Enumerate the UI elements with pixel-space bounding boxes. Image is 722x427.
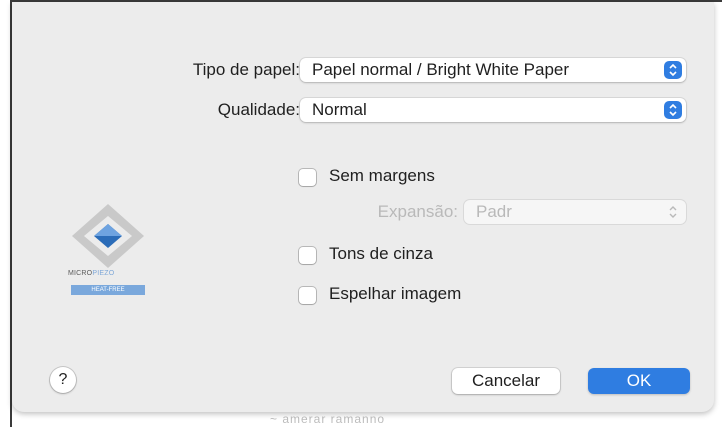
grayscale-label: Tons de cinza bbox=[329, 244, 433, 263]
grayscale-checkbox[interactable] bbox=[299, 247, 316, 264]
popup-stepper-icon bbox=[664, 203, 682, 221]
popup-stepper-icon bbox=[664, 61, 682, 79]
cancel-button[interactable]: Cancelar bbox=[452, 368, 560, 394]
expansion-popup[interactable]: Padr bbox=[464, 200, 686, 224]
quality-popup[interactable]: Normal bbox=[300, 98, 686, 122]
help-button[interactable]: ? bbox=[50, 367, 76, 393]
micro-piezo-logo: MICROPIEZO HEAT-FREE bbox=[68, 202, 164, 314]
grayscale-checkbox-row[interactable]: Tons de cinza bbox=[299, 244, 549, 268]
logo-tag: HEAT-FREE bbox=[71, 285, 145, 295]
diamond-logo-icon bbox=[72, 204, 144, 268]
mirror-checkbox[interactable] bbox=[299, 287, 316, 304]
quality-value: Normal bbox=[312, 100, 367, 119]
expansion-label: Expansão: bbox=[377, 202, 458, 221]
mirror-checkbox-row[interactable]: Espelhar imagem bbox=[299, 284, 549, 308]
paper-type-value: Papel normal / Bright White Paper bbox=[312, 60, 570, 79]
print-settings-dialog: Tipo de papel: Papel normal / Bright Whi… bbox=[12, 2, 714, 412]
mirror-label: Espelhar imagem bbox=[329, 284, 462, 303]
paper-type-popup[interactable]: Papel normal / Bright White Paper bbox=[300, 58, 686, 82]
logo-brand-text: MICROPIEZO bbox=[68, 270, 115, 277]
borderless-checkbox-row[interactable]: Sem margens bbox=[299, 166, 549, 190]
expansion-value: Padr bbox=[476, 202, 512, 221]
popup-stepper-icon bbox=[664, 101, 682, 119]
quality-label: Qualidade: bbox=[217, 100, 300, 119]
paper-type-label: Tipo de papel: bbox=[192, 60, 300, 79]
background-window-text: ~ amerar ramanno bbox=[270, 412, 386, 426]
ok-button[interactable]: OK bbox=[588, 368, 690, 394]
borderless-checkbox[interactable] bbox=[299, 169, 316, 186]
borderless-label: Sem margens bbox=[329, 166, 435, 185]
